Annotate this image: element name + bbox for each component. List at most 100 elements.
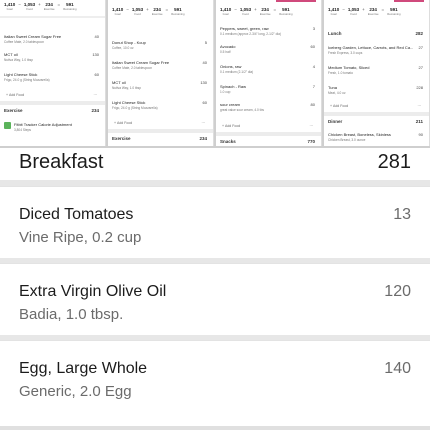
- more-icon[interactable]: ···: [202, 121, 206, 125]
- food-row[interactable]: Light Cheese Stick Frigo, 24.0 g (String…: [4, 72, 99, 88]
- food-row-subtitle: Nutiva Way, 1.0 tbsp: [112, 86, 142, 90]
- food-row[interactable]: Onions, raw 0.1 medium (2-1/2" dia) 4: [220, 64, 315, 80]
- add-food-label: Add Food: [117, 121, 133, 125]
- food-row-subtitle: 0.1 medium (2-1/2" dia): [220, 70, 254, 74]
- food-calories: 140: [384, 360, 411, 377]
- accent-bar: [276, 0, 316, 2]
- food-row-subtitle: 1.0 cup: [220, 90, 231, 94]
- food-row[interactable]: MCT oil Nutiva Way, 1.0 tbsp 130: [4, 52, 99, 68]
- food-row[interactable]: MCT oil Nutiva Way, 1.0 tbsp 130: [112, 80, 207, 96]
- add-food-label: Add Food: [9, 93, 25, 97]
- minus-sign: −: [18, 2, 21, 7]
- calorie-summary: 1,410 Goal − 1,053 Food + 234 Exercise = 59…: [0, 2, 105, 14]
- lunch-section-header: Lunch 282: [328, 31, 423, 36]
- divider: [0, 426, 430, 430]
- food-row-title: sour cream: [220, 102, 241, 107]
- section-total: 234: [199, 136, 207, 141]
- food-row-calories: 80: [310, 102, 315, 107]
- food-entry[interactable]: Egg, Large Whole Generic, 2.0 Egg 140: [0, 340, 430, 412]
- remaining-label: Remaining: [279, 12, 293, 16]
- add-food-button[interactable]: + Add Food ···: [108, 118, 213, 128]
- food-row-calories: 228: [416, 85, 423, 90]
- food-detail: Badia, 1.0 tbsp.: [19, 306, 124, 323]
- food-row-title: Spinach - Raw: [220, 84, 247, 89]
- goal-label: Goal: [330, 12, 337, 16]
- food-row[interactable]: Spinach - Raw 1.0 cup 7: [220, 84, 315, 100]
- food-row-calories: 40: [94, 34, 99, 39]
- food-row-title: Avocado: [220, 44, 236, 49]
- plus-sign: +: [146, 7, 149, 12]
- food-row-title: Italian Sweet Cream Sugar Free: [4, 34, 62, 39]
- equals-sign: =: [57, 2, 61, 7]
- food-row[interactable]: Italian Sweet Cream Sugar Free Coffee Ma…: [112, 60, 207, 76]
- goal-label: Goal: [6, 7, 13, 11]
- food-label: Food: [242, 12, 249, 16]
- food-row-calories: 90: [418, 132, 423, 137]
- food-row[interactable]: Iceberg Garden, Lettuce, Carrots, and Re…: [328, 45, 423, 61]
- food-row-calories: 60: [310, 44, 315, 49]
- add-food-label: Add Food: [225, 124, 241, 128]
- food-row-title: Light Cheese Stick: [112, 100, 146, 105]
- food-name: Diced Tomatoes: [19, 206, 134, 223]
- food-row[interactable]: Chicken Breast, Boneless, Skinless Chick…: [328, 132, 423, 146]
- food-row-subtitle: Meat, 4.0 oz: [328, 91, 346, 95]
- food-row-subtitle: Chicken Breast, 3.0 ounce: [328, 138, 366, 142]
- food-row-subtitle: great value sour cream, 4.0 tbs: [220, 108, 264, 112]
- meal-total-calories: 281: [377, 151, 411, 173]
- thumbnail-1: 1,410 Goal − 1,053 Food + 234 Exercise = 59…: [0, 0, 106, 146]
- food-row-calories: 130: [200, 80, 207, 85]
- breakfast-detail: Breakfast 281 Diced Tomatoes Vine Ripe, …: [0, 148, 430, 430]
- food-row[interactable]: Avocado 0.5 half 60: [220, 44, 315, 60]
- food-row-subtitle: 0.5 half: [220, 50, 231, 54]
- food-row[interactable]: sour cream great value sour cream, 4.0 t…: [220, 102, 315, 118]
- more-icon[interactable]: ···: [418, 104, 422, 108]
- calorie-summary: 1,410 Goal − 1,053 Food + 234 Exercise = 59…: [216, 7, 321, 19]
- dinner-section-header: Dinner 211: [328, 119, 423, 124]
- food-calories: 120: [384, 283, 411, 300]
- food-row-calories: 60: [202, 100, 207, 105]
- more-icon[interactable]: ···: [310, 124, 314, 128]
- exercise-label: Exercise: [151, 12, 163, 16]
- thumbnail-4: 1,410 Goal − 1,053 Food + 234 Exercise = 59…: [324, 0, 430, 146]
- goal-label: Goal: [222, 12, 229, 16]
- food-label: Food: [26, 7, 33, 11]
- add-food-button[interactable]: + Add Food ···: [324, 101, 429, 111]
- accent-bar: [394, 0, 424, 2]
- section-title: Exercise: [4, 108, 23, 113]
- food-row[interactable]: Donut Shop - Kcup Coffee, 10.0 oz 5: [112, 40, 207, 56]
- food-entry[interactable]: Extra Virgin Olive Oil Badia, 1.0 tbsp. …: [0, 263, 430, 335]
- food-name: Extra Virgin Olive Oil: [19, 283, 167, 300]
- food-detail: Vine Ripe, 0.2 cup: [19, 229, 142, 246]
- minus-sign: −: [234, 7, 237, 12]
- food-entry[interactable]: Diced Tomatoes Vine Ripe, 0.2 cup 13: [0, 186, 430, 258]
- food-row[interactable]: Tuna Meat, 4.0 oz 228: [328, 85, 423, 101]
- food-row-calories: 7: [312, 84, 315, 89]
- food-row-calories: 5: [204, 40, 207, 45]
- food-row[interactable]: Peppers, sweet, green, raw 0.1 medium (a…: [220, 26, 315, 42]
- exercise-label: Exercise: [259, 12, 271, 16]
- food-row[interactable]: Medium Tomato, Sliced Fresh, 1.0 tomato …: [328, 65, 423, 81]
- exercise-row[interactable]: Fitbit Tracker Calorie Adjustment 3,804 …: [14, 122, 99, 138]
- remaining-label: Remaining: [63, 7, 77, 11]
- food-row-title: Medium Tomato, Sliced: [328, 65, 370, 70]
- add-food-label: Add Food: [333, 104, 349, 108]
- meal-title: Breakfast: [19, 151, 104, 173]
- plus-sign: +: [362, 7, 365, 12]
- food-row-subtitle: 0.1 medium (approx 2-3/4" long, 2-1/2" d…: [220, 32, 281, 36]
- add-food-button[interactable]: + Add Food ···: [0, 90, 105, 100]
- food-row-subtitle: Frigo, 24.0 g (String Mozzarella): [112, 106, 158, 110]
- snacks-section-header: Snacks 770: [220, 139, 315, 144]
- food-row-calories: 130: [92, 52, 99, 57]
- add-food-button[interactable]: + Add Food ···: [216, 121, 321, 131]
- exercise-label: Exercise: [43, 7, 55, 11]
- more-icon[interactable]: ···: [94, 93, 98, 97]
- food-name: Egg, Large Whole: [19, 360, 148, 377]
- calorie-summary: 1,410 Goal − 1,053 Food + 234 Exercise = 59…: [108, 7, 213, 19]
- food-row-title: Chicken Breast, Boneless, Skinless: [328, 132, 391, 137]
- food-row[interactable]: Light Cheese Stick Frigo, 24.0 g (String…: [112, 100, 207, 116]
- food-row-title: Iceberg Garden, Lettuce, Carrots, and Re…: [328, 45, 414, 50]
- food-row[interactable]: Italian Sweet Cream Sugar Free Coffee Ma…: [4, 34, 99, 50]
- equals-sign: =: [273, 7, 277, 12]
- food-row-calories: 60: [94, 72, 99, 77]
- food-row-subtitle: Fresh Express, 3.0 cups: [328, 51, 363, 55]
